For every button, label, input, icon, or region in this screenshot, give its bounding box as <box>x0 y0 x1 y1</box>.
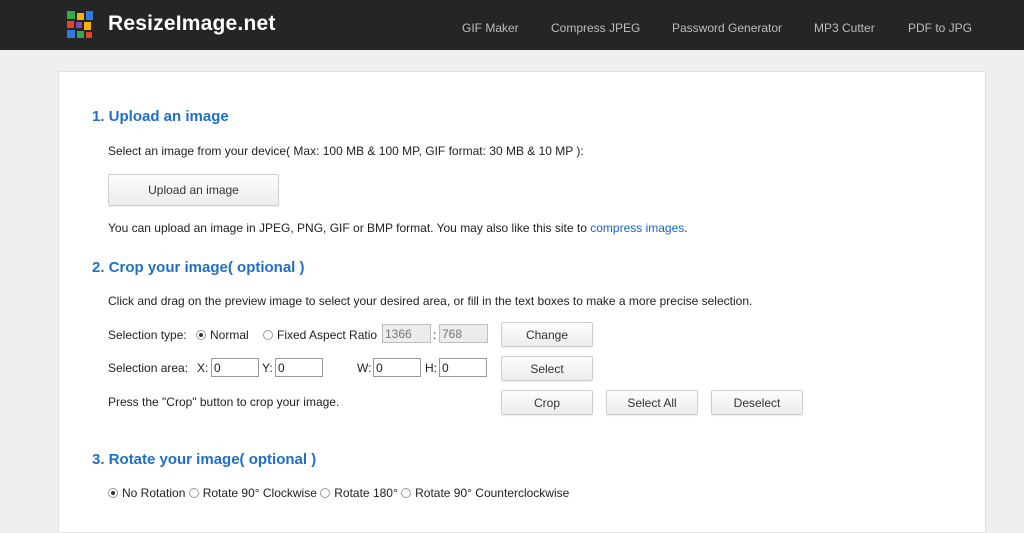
radio-fixed-aspect[interactable]: Fixed Aspect Ratio <box>263 328 377 342</box>
main-card: 1. Upload an image Select an image from … <box>58 71 986 533</box>
radio-fixed-icon[interactable] <box>263 330 273 340</box>
nav-password-generator[interactable]: Password Generator <box>672 21 782 35</box>
radio-no-rotation-label: No Rotation <box>122 486 186 500</box>
radio-fixed-label: Fixed Aspect Ratio <box>277 328 378 342</box>
brand-name[interactable]: ResizeImage.net <box>108 12 276 36</box>
deselect-button[interactable]: Deselect <box>711 390 803 415</box>
crop-note: Press the "Crop" button to crop your ima… <box>108 395 340 409</box>
radio-normal-label: Normal <box>210 328 249 342</box>
selection-type-label: Selection type: <box>108 328 187 342</box>
selection-area-label: Selection area: <box>108 361 189 375</box>
crop-instructions: Click and drag on the preview image to s… <box>108 294 753 308</box>
select-all-button[interactable]: Select All <box>606 390 698 415</box>
radio-rotate-90-ccw[interactable]: Rotate 90° Counterclockwise <box>401 486 569 500</box>
h-label: H: <box>425 361 437 375</box>
ratio-separator: : <box>433 328 437 342</box>
x-label: X: <box>197 361 209 375</box>
x-input[interactable] <box>211 358 259 377</box>
radio-no-rotation[interactable]: No Rotation <box>108 486 185 500</box>
logo-icon[interactable] <box>64 9 96 41</box>
radio-rotate-180-icon[interactable] <box>320 488 331 498</box>
compress-images-link[interactable]: compress images <box>590 221 684 235</box>
ratio-width-input[interactable] <box>382 324 431 343</box>
nav-mp3-cutter[interactable]: MP3 Cutter <box>814 21 875 35</box>
upload-note: You can upload an image in JPEG, PNG, GI… <box>108 221 688 235</box>
upload-image-button[interactable]: Upload an image <box>108 174 279 206</box>
h-input[interactable] <box>439 358 487 377</box>
upload-note-text: You can upload an image in JPEG, PNG, GI… <box>108 221 591 235</box>
upload-heading: 1. Upload an image <box>92 108 229 125</box>
radio-rotate-90-ccw-icon[interactable] <box>401 488 412 498</box>
radio-rotate-90-cw[interactable]: Rotate 90° Clockwise <box>188 486 317 500</box>
upload-instructions: Select an image from your device( Max: 1… <box>108 144 584 158</box>
y-input[interactable] <box>275 358 323 377</box>
radio-no-rotation-icon[interactable] <box>108 488 118 498</box>
select-button[interactable]: Select <box>501 356 593 381</box>
nav-compress-jpeg[interactable]: Compress JPEG <box>551 21 640 35</box>
radio-rotate-180[interactable]: Rotate 180° <box>320 486 398 500</box>
top-navbar: ResizeImage.net GIF Maker Compress JPEG … <box>0 0 1024 50</box>
y-label: Y: <box>262 361 273 375</box>
rotate-heading: 3. Rotate your image( optional ) <box>92 451 317 468</box>
w-input[interactable] <box>373 358 421 377</box>
radio-normal[interactable]: Normal <box>196 328 249 342</box>
nav-pdf-to-jpg[interactable]: PDF to JPG <box>908 21 972 35</box>
crop-heading: 2. Crop your image( optional ) <box>92 259 305 276</box>
radio-rotate-90-ccw-label: Rotate 90° Counterclockwise <box>415 486 570 500</box>
upload-note-suffix: . <box>684 221 688 235</box>
radio-rotate-180-label: Rotate 180° <box>334 486 398 500</box>
rotate-options: No Rotation Rotate 90° Clockwise Rotate … <box>108 486 569 500</box>
w-label: W: <box>357 361 372 375</box>
radio-normal-icon[interactable] <box>196 330 206 340</box>
change-button[interactable]: Change <box>501 322 593 347</box>
nav-gif-maker[interactable]: GIF Maker <box>462 21 519 35</box>
crop-button[interactable]: Crop <box>501 390 593 415</box>
radio-rotate-90-cw-label: Rotate 90° Clockwise <box>202 486 317 500</box>
radio-rotate-90-cw-icon[interactable] <box>188 488 199 498</box>
ratio-height-input[interactable] <box>439 324 488 343</box>
